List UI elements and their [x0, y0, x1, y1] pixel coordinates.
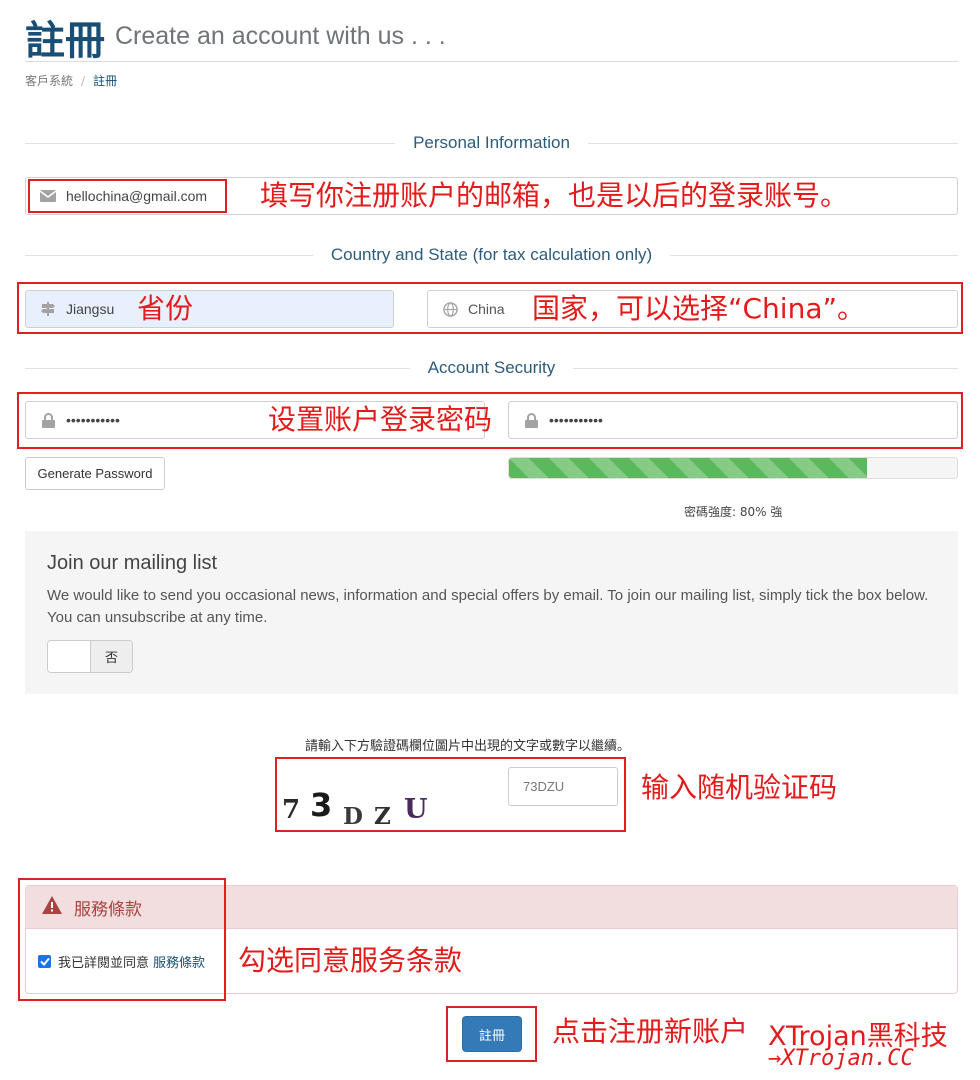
password-strength-fill — [509, 458, 868, 478]
annotation-box-email — [28, 179, 227, 213]
breadcrumb: 客戶系統 / 註冊 — [25, 72, 117, 89]
password-strength-label: 密碼強度: 80% 強 — [684, 505, 783, 519]
breadcrumb-home[interactable]: 客戶系統 — [25, 74, 73, 88]
mailing-list-toggle[interactable]: 否 — [47, 640, 133, 673]
section-line-right — [573, 367, 958, 369]
annotation-state: 省份 — [137, 292, 194, 325]
section-title-personal: Personal Information — [413, 133, 570, 152]
annotation-password: 设置账户登录密码 — [268, 403, 493, 436]
section-account-security: Account Security — [25, 356, 958, 380]
toggle-off-label: 否 — [91, 641, 132, 672]
breadcrumb-separator: / — [81, 74, 86, 88]
section-personal-information: Personal Information — [25, 131, 958, 155]
section-line-right — [587, 142, 958, 144]
page-title: 註冊 — [25, 18, 105, 64]
section-line-right — [670, 254, 958, 256]
generate-password-button[interactable]: Generate Password — [25, 457, 165, 490]
annotation-box-captcha — [275, 757, 626, 832]
header-divider — [25, 61, 958, 62]
section-line-left — [25, 367, 410, 369]
breadcrumb-current: 註冊 — [93, 74, 118, 88]
mailing-list-title: Join our mailing list — [47, 552, 218, 574]
section-line-left — [25, 254, 313, 256]
section-title-security: Account Security — [427, 358, 556, 377]
captcha-instruction: 請輸入下方驗證碼欄位圖片中出現的文字或數字以繼續。 — [305, 739, 631, 754]
page-subtitle: Create an account with us . . . — [115, 22, 446, 50]
section-line-left — [25, 142, 396, 144]
watermark-site: →XTrojan.CC — [768, 1046, 914, 1071]
annotation-box-tos — [18, 878, 226, 1001]
mailing-list-description: We would like to send you occasional new… — [47, 587, 929, 626]
annotation-register: 点击注册新账户 — [552, 1015, 749, 1048]
password-strength-bar — [508, 457, 958, 479]
annotation-captcha: 输入随机验证码 — [641, 771, 838, 804]
annotation-tos: 勾选同意服务条款 — [238, 944, 463, 977]
annotation-country: 国家，可以选择“China”。 — [532, 292, 865, 325]
section-title-country: Country and State (for tax calculation o… — [330, 245, 653, 264]
toggle-knob — [48, 641, 91, 672]
annotation-email: 填写你注册账户的邮箱，也是以后的登录账号。 — [260, 179, 849, 212]
annotation-box-register — [446, 1006, 537, 1062]
section-country-state: Country and State (for tax calculation o… — [25, 243, 958, 267]
